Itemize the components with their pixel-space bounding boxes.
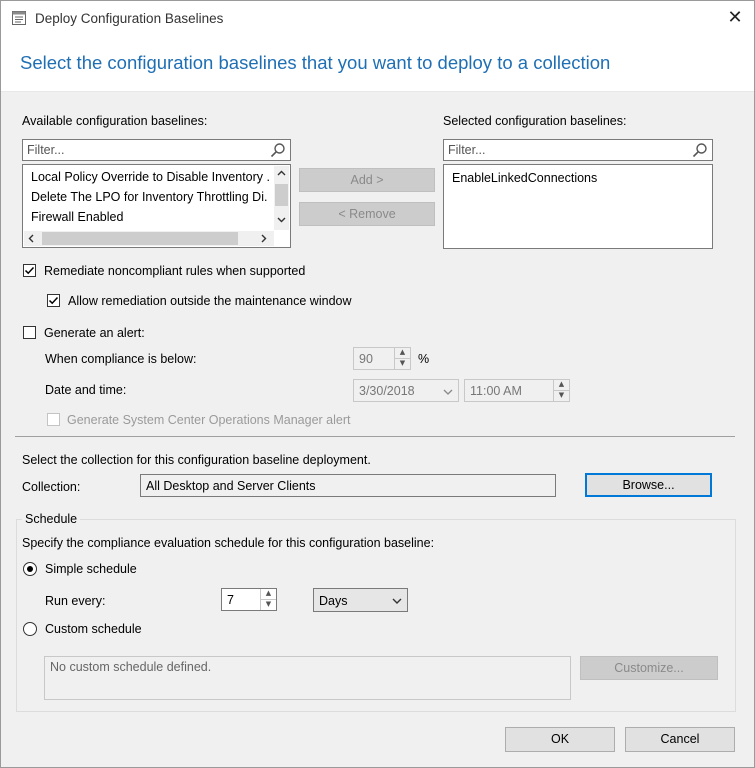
available-filter-input[interactable] [27,143,257,157]
scom-alert-checkbox[interactable] [47,413,60,426]
percent-unit: % [418,352,430,366]
available-baselines-list[interactable]: Local Policy Override to Disable Invento… [22,164,291,248]
time-picker[interactable]: 11:00 AM ▲ ▼ [464,379,570,402]
spin-down-icon[interactable]: ▼ [261,600,276,611]
dialog-app-icon [12,11,26,25]
title-bar: Deploy Configuration Baselines [1,1,754,37]
customize-button[interactable]: Customize... [580,656,718,680]
remediate-label: Remediate noncompliant rules when suppor… [44,264,306,278]
date-time-label: Date and time: [45,383,127,397]
selected-baselines-label: Selected configuration baselines: [443,114,627,128]
collection-intro: Select the collection for this configura… [22,453,371,467]
scroll-down-arrow-icon[interactable] [274,212,289,227]
chevron-down-icon[interactable] [391,595,403,605]
simple-schedule-radio[interactable] [23,562,37,576]
scroll-left-arrow-icon[interactable] [24,231,39,246]
selected-baselines-list[interactable]: EnableLinkedConnections [443,164,713,249]
remove-button[interactable]: < Remove [299,202,435,226]
custom-schedule-label: Custom schedule [45,622,142,636]
compliance-below-label: When compliance is below: [45,352,197,366]
generate-alert-label: Generate an alert: [44,326,145,340]
horizontal-scrollbar[interactable] [24,231,274,246]
collection-value: All Desktop and Server Clients [146,479,316,493]
spin-up-icon[interactable]: ▲ [261,589,276,600]
browse-button[interactable]: Browse... [585,473,712,497]
custom-schedule-radio[interactable] [23,622,37,636]
close-icon[interactable]: ✕ [724,7,746,29]
spin-down-icon[interactable]: ▼ [395,359,410,370]
time-value: 11:00 AM [470,384,522,398]
run-every-value: 7 [227,593,234,607]
add-button[interactable]: Add > [299,168,435,192]
vertical-scrollbar[interactable] [274,166,289,230]
run-every-label: Run every: [45,594,106,608]
scom-alert-label: Generate System Center Operations Manage… [67,413,351,427]
schedule-group-title: Schedule [22,512,81,526]
allow-remediation-outside-checkbox[interactable] [47,294,60,307]
compliance-threshold-value: 90 [359,352,373,366]
section-divider [15,436,735,437]
allow-remediation-outside-label: Allow remediation outside the maintenanc… [68,294,352,308]
simple-schedule-label: Simple schedule [45,562,137,576]
ok-button[interactable]: OK [505,727,615,752]
spin-up-icon[interactable]: ▲ [554,380,569,391]
window-title: Deploy Configuration Baselines [35,11,224,26]
date-picker[interactable]: 3/30/2018 [353,379,459,402]
spin-up-icon[interactable]: ▲ [395,348,410,359]
selected-filter-box [443,139,713,161]
page-heading: Select the configuration baselines that … [20,52,611,73]
available-filter-box [22,139,291,161]
list-item[interactable]: Local Policy Override to Disable Invento… [31,170,270,184]
horizontal-scroll-thumb[interactable] [42,232,238,245]
custom-schedule-panel: No custom schedule defined. [44,656,571,700]
generate-alert-checkbox[interactable] [23,326,36,339]
list-item[interactable]: EnableLinkedConnections [452,171,597,185]
compliance-threshold-stepper[interactable]: 90 ▲ ▼ [353,347,411,370]
schedule-unit-value: Days [319,594,348,608]
vertical-scroll-thumb[interactable] [275,184,288,206]
collection-field[interactable]: All Desktop and Server Clients [140,474,556,497]
spin-down-icon[interactable]: ▼ [554,391,569,402]
list-item[interactable]: Firewall Enabled [31,210,123,224]
search-icon[interactable] [692,142,708,158]
available-baselines-label: Available configuration baselines: [22,114,208,128]
scroll-up-arrow-icon[interactable] [274,166,289,181]
selected-filter-input[interactable] [448,143,678,157]
list-item[interactable]: Delete The LPO for Inventory Throttling … [31,190,267,204]
collection-label: Collection: [22,480,81,494]
search-icon[interactable] [270,142,286,158]
date-value: 3/30/2018 [359,384,415,398]
scroll-right-arrow-icon[interactable] [256,231,271,246]
custom-schedule-placeholder: No custom schedule defined. [50,660,212,674]
run-every-stepper[interactable]: 7 ▲ ▼ [221,588,277,611]
remediate-checkbox[interactable] [23,264,36,277]
schedule-unit-select[interactable]: Days [313,588,408,612]
schedule-description: Specify the compliance evaluation schedu… [22,536,435,550]
cancel-button[interactable]: Cancel [625,727,735,752]
chevron-down-icon[interactable] [442,386,454,396]
